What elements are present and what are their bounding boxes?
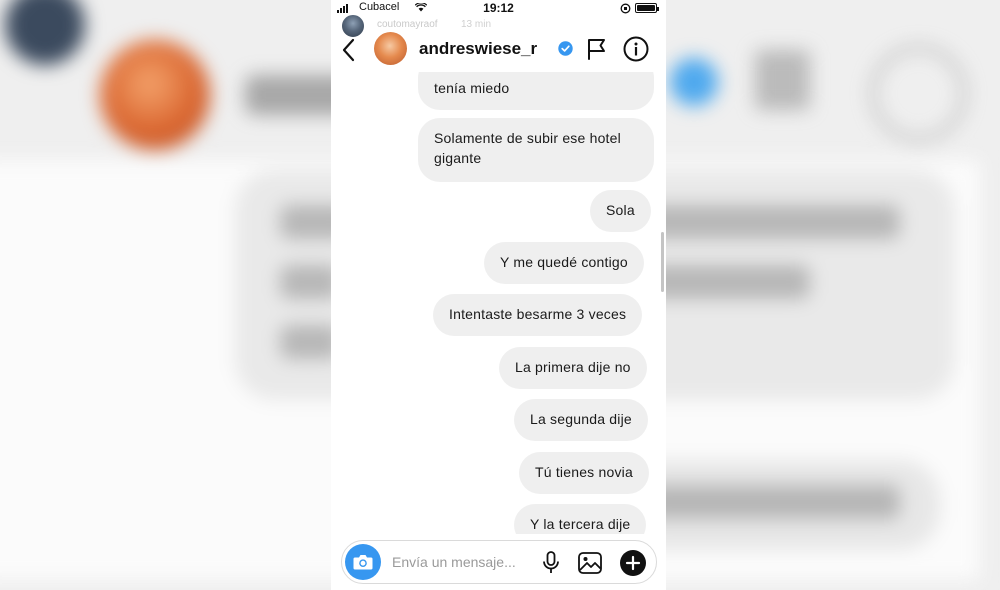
message-bubble[interactable]: Y la tercera dije	[514, 504, 647, 534]
bg-info-icon	[870, 45, 967, 142]
info-icon	[623, 36, 649, 62]
message-input[interactable]	[392, 549, 532, 575]
verified-badge-icon	[558, 41, 573, 56]
message-bubble[interactable]: tenía miedo	[418, 72, 654, 110]
bg-story-avatar	[5, 0, 85, 65]
bg-verified-badge	[670, 58, 718, 106]
status-time: 19:12	[483, 1, 514, 15]
message-bubble[interactable]: La primera dije no	[499, 347, 647, 389]
bg-chat-avatar	[100, 40, 210, 150]
rotation-lock-icon	[620, 3, 631, 17]
camera-button[interactable]	[345, 544, 381, 580]
bg-flag-icon	[755, 50, 810, 110]
microphone-button[interactable]	[541, 550, 561, 576]
gallery-icon	[578, 552, 602, 574]
scrollbar[interactable]	[661, 232, 664, 292]
chat-header: andreswiese_r	[331, 28, 666, 72]
back-button[interactable]	[339, 36, 359, 64]
message-list[interactable]: tenía miedo Solamente de subir ese hotel…	[331, 72, 666, 534]
plus-icon	[625, 555, 641, 571]
chevron-left-icon	[342, 38, 355, 62]
gallery-button[interactable]	[577, 551, 603, 575]
microphone-icon	[543, 551, 559, 573]
report-flag-button[interactable]	[586, 37, 608, 61]
chat-username[interactable]: andreswiese_r	[419, 39, 537, 59]
camera-icon	[353, 555, 373, 570]
flag-icon	[588, 39, 605, 60]
message-bubble[interactable]: Sola	[590, 190, 651, 232]
info-button[interactable]	[623, 36, 649, 62]
chat-avatar[interactable]	[374, 32, 407, 65]
message-composer	[341, 540, 657, 584]
message-bubble[interactable]: Tú tienes novia	[519, 452, 649, 494]
status-bar: Cubacel 19:12	[331, 0, 666, 18]
add-button[interactable]	[620, 550, 646, 576]
phone-screen: Cubacel 19:12 coutomayraof 13 min andres…	[331, 0, 666, 590]
message-bubble[interactable]: Solamente de subir ese hotel gigante	[418, 118, 654, 182]
message-bubble[interactable]: Y me quedé contigo	[484, 242, 644, 284]
battery-icon	[635, 3, 659, 13]
message-bubble[interactable]: Intentaste besarme 3 veces	[433, 294, 643, 336]
message-bubble[interactable]: La segunda dije	[514, 399, 648, 441]
